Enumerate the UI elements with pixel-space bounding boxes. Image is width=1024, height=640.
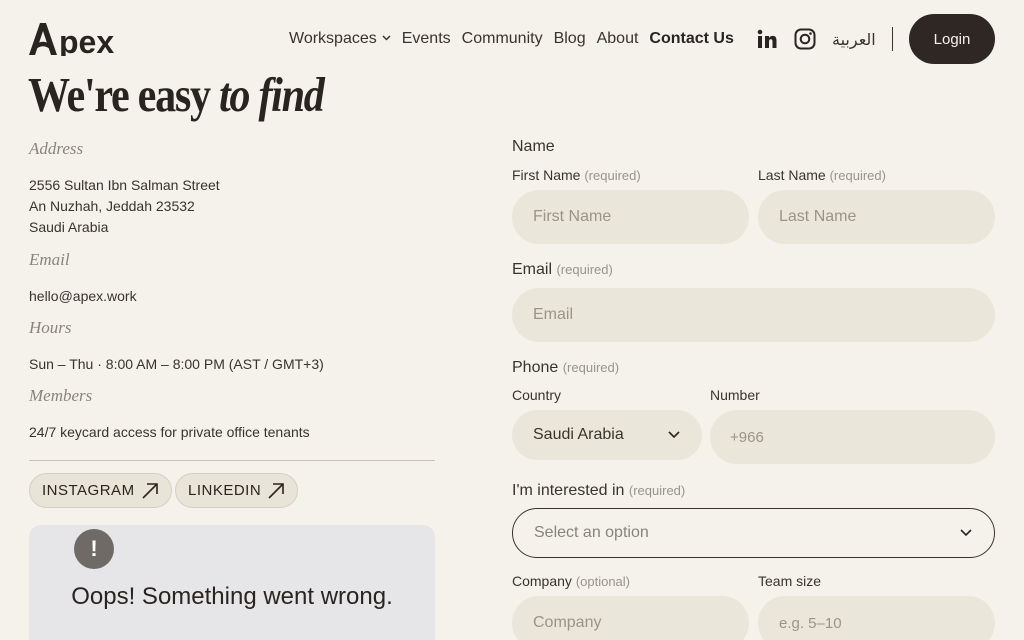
country-select-value: Saudi Arabia bbox=[533, 426, 624, 443]
company-label: Company (optional) bbox=[512, 573, 630, 589]
name-label: Name bbox=[512, 138, 555, 155]
section-divider bbox=[29, 460, 435, 461]
phone-number-input[interactable]: +966 bbox=[710, 410, 995, 464]
header-divider bbox=[892, 27, 893, 51]
team-size-label: Team size bbox=[758, 573, 822, 589]
first-name-label-text: First Name bbox=[512, 167, 581, 183]
required-hint: (required) bbox=[556, 262, 613, 277]
address-line: 2556 Sultan Ibn Salman Street bbox=[29, 177, 220, 193]
error-message: Oops! Something went wrong. bbox=[71, 583, 393, 610]
first-name-label: First Name (required) bbox=[512, 167, 641, 183]
interest-select-placeholder: Select an option bbox=[534, 524, 649, 541]
instagram-icon[interactable] bbox=[794, 28, 816, 50]
svg-text:pex: pex bbox=[59, 24, 114, 56]
instagram-button[interactable]: INSTAGRAM bbox=[29, 473, 172, 508]
nav-community[interactable]: Community bbox=[462, 30, 543, 48]
language-switch[interactable]: العربية bbox=[832, 30, 876, 49]
exclamation-icon: ! bbox=[74, 529, 114, 569]
company-label-text: Company bbox=[512, 573, 572, 589]
email-field-label-text: Email bbox=[512, 261, 553, 278]
login-button[interactable]: Login bbox=[909, 14, 995, 64]
apex-logo[interactable]: pex bbox=[29, 22, 137, 56]
address-line: Saudi Arabia bbox=[29, 219, 109, 235]
required-hint: (required) bbox=[584, 168, 641, 183]
hours-text: Sun – Thu · 8:00 AM – 8:00 PM (AST / GMT… bbox=[29, 356, 324, 372]
email-input[interactable]: Email bbox=[512, 288, 995, 342]
arrow-up-right-icon bbox=[268, 482, 284, 499]
required-hint: (required) bbox=[562, 360, 620, 375]
main-nav: Workspaces Events Community Blog About C… bbox=[289, 30, 745, 48]
linkedin-button-label: LINKEDIN bbox=[188, 482, 262, 499]
members-text: 24/7 keycard access for private office t… bbox=[29, 424, 310, 440]
chevron-down-icon bbox=[668, 431, 680, 439]
page-title: We're easy to find bbox=[28, 66, 325, 123]
required-hint: (required) bbox=[628, 483, 686, 498]
page-title-italic: to find bbox=[219, 67, 325, 122]
address-line: An Nuzhah, Jeddah 23532 bbox=[29, 198, 195, 214]
interest-label: I'm interested in (required) bbox=[512, 482, 685, 500]
members-label: Members bbox=[29, 386, 93, 405]
country-label: Country bbox=[512, 387, 562, 403]
nav-about[interactable]: About bbox=[597, 30, 639, 48]
hours-label: Hours bbox=[29, 318, 72, 337]
arrow-up-right-icon bbox=[141, 482, 158, 499]
last-name-label: Last Name (required) bbox=[758, 167, 886, 183]
page-title-plain: We're easy bbox=[28, 67, 220, 122]
linkedin-button[interactable]: LINKEDIN bbox=[175, 473, 299, 508]
first-name-input[interactable]: First Name bbox=[512, 190, 749, 244]
chevron-down-icon bbox=[960, 529, 972, 537]
optional-hint: (optional) bbox=[575, 574, 631, 589]
phone-label: Phone (required) bbox=[512, 359, 619, 377]
company-input[interactable]: Company bbox=[512, 596, 749, 640]
required-hint: (required) bbox=[829, 168, 886, 183]
last-name-input[interactable]: Last Name bbox=[758, 190, 995, 244]
chevron-down-icon bbox=[382, 35, 391, 41]
number-label: Number bbox=[710, 387, 760, 403]
interest-select[interactable]: Select an option bbox=[512, 508, 995, 558]
nav-blog[interactable]: Blog bbox=[554, 30, 586, 48]
nav-contact-us[interactable]: Contact Us bbox=[649, 30, 733, 48]
nav-events[interactable]: Events bbox=[402, 30, 451, 48]
country-select[interactable]: Saudi Arabia bbox=[512, 410, 702, 460]
nav-workspaces[interactable]: Workspaces bbox=[289, 30, 391, 48]
address-block: 2556 Sultan Ibn Salman Street An Nuzhah,… bbox=[29, 175, 220, 238]
nav-workspaces-label: Workspaces bbox=[289, 30, 377, 47]
last-name-label-text: Last Name bbox=[758, 167, 826, 183]
linkedin-icon[interactable] bbox=[756, 28, 778, 50]
email-link[interactable]: hello@apex.work bbox=[29, 286, 137, 307]
phone-label-text: Phone bbox=[512, 359, 559, 376]
instagram-button-label: INSTAGRAM bbox=[42, 482, 135, 499]
team-size-input[interactable]: e.g. 5–10 bbox=[758, 596, 995, 640]
address-label: Address bbox=[29, 139, 84, 158]
interest-label-text: I'm interested in bbox=[512, 482, 625, 499]
email-field-label: Email (required) bbox=[512, 261, 613, 279]
email-label: Email bbox=[29, 250, 70, 269]
